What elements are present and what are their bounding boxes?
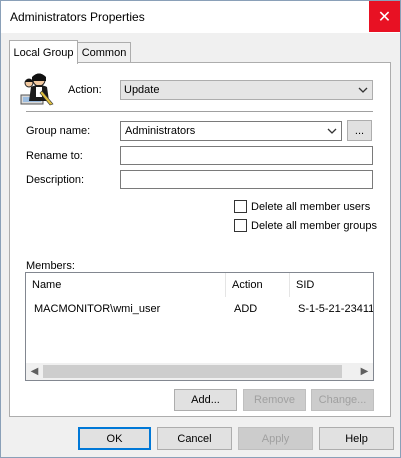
members-label: Members:	[26, 260, 75, 272]
group-name-label: Group name:	[26, 125, 91, 137]
rename-input[interactable]	[120, 146, 373, 165]
ok-label: OK	[106, 432, 123, 445]
change-button[interactable]: Change...	[311, 389, 374, 411]
description-input[interactable]	[120, 170, 373, 189]
scroll-left-icon[interactable]: ◀	[26, 363, 43, 380]
scrollbar-thumb[interactable]	[43, 365, 342, 378]
browse-label: ...	[354, 124, 365, 137]
tab-local-group-label: Local Group	[13, 46, 74, 59]
add-label: Add...	[191, 394, 220, 406]
tab-common[interactable]: Common	[77, 42, 131, 63]
tab-local-group[interactable]: Local Group	[9, 40, 78, 64]
help-label: Help	[345, 432, 368, 445]
separator	[26, 111, 373, 112]
cancel-button[interactable]: Cancel	[157, 427, 232, 450]
delete-users-label: Delete all member users	[251, 200, 371, 213]
delete-users-checkbox[interactable]: Delete all member users	[234, 200, 370, 213]
column-header-sid[interactable]: SID	[290, 273, 373, 297]
column-header-name[interactable]: Name	[26, 273, 226, 297]
rename-label: Rename to:	[26, 150, 83, 162]
change-label: Change...	[318, 394, 367, 406]
action-value: Update	[124, 84, 160, 96]
delete-groups-label: Delete all member groups	[251, 219, 377, 232]
column-header-action[interactable]: Action	[226, 273, 290, 297]
group-name-value: Administrators	[125, 125, 196, 137]
cancel-label: Cancel	[177, 432, 212, 445]
column-header-action-label: Action	[232, 279, 263, 291]
properties-dialog: Administrators Properties ✕ Local Group …	[0, 0, 401, 458]
add-button[interactable]: Add...	[174, 389, 237, 411]
horizontal-scrollbar[interactable]: ◀ ▶	[26, 363, 373, 380]
member-action: ADD	[234, 303, 258, 315]
tab-common-label: Common	[81, 47, 127, 59]
apply-label: Apply	[261, 432, 290, 445]
chevron-down-icon	[358, 87, 368, 93]
chevron-down-icon	[327, 128, 337, 134]
members-list[interactable]: Name Action SID MACMONITOR\wmi_user ADD …	[25, 272, 374, 381]
column-header-sid-label: SID	[296, 279, 315, 291]
member-sid: S-1-5-21-23411	[298, 303, 374, 315]
member-name: MACMONITOR\wmi_user	[34, 303, 161, 315]
group-name-combo[interactable]: Administrators	[120, 121, 342, 141]
description-label: Description:	[26, 174, 85, 186]
ok-button[interactable]: OK	[78, 427, 151, 450]
window-title: Administrators Properties	[10, 10, 145, 24]
checkbox-box[interactable]	[234, 200, 247, 213]
action-label: Action:	[68, 84, 102, 96]
users-icon	[20, 73, 54, 106]
title-bar[interactable]: Administrators Properties ✕	[1, 1, 400, 33]
remove-label: Remove	[254, 394, 295, 406]
browse-button[interactable]: ...	[347, 120, 372, 141]
delete-groups-checkbox[interactable]: Delete all member groups	[234, 219, 377, 232]
help-button[interactable]: Help	[319, 427, 394, 450]
action-dropdown[interactable]: Update	[120, 80, 373, 100]
close-button[interactable]: ✕	[369, 1, 400, 32]
close-icon: ✕	[377, 8, 392, 26]
column-header-name-label: Name	[32, 279, 62, 291]
remove-button[interactable]: Remove	[243, 389, 306, 411]
scroll-right-icon[interactable]: ▶	[356, 363, 373, 380]
apply-button[interactable]: Apply	[238, 427, 313, 450]
checkbox-box[interactable]	[234, 219, 247, 232]
